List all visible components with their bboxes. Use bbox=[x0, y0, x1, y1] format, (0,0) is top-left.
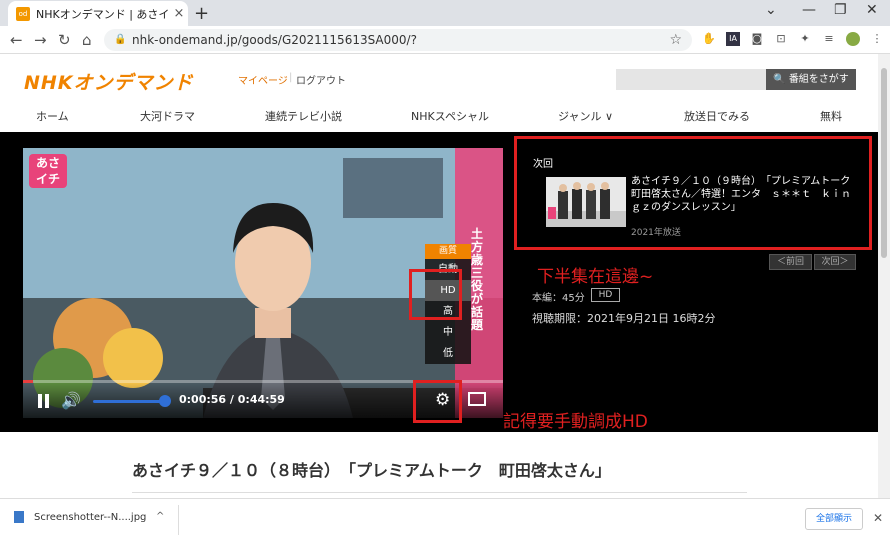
maximize-button[interactable]: ❐ bbox=[834, 2, 847, 18]
nhk-ondemand-logo[interactable]: NHKオンデマンド bbox=[24, 68, 194, 95]
fullscreen-icon[interactable] bbox=[468, 392, 486, 406]
bookmark-star-icon[interactable]: ☆ bbox=[669, 29, 682, 51]
close-window-button[interactable]: ✕ bbox=[866, 2, 878, 18]
site-header: NHKオンデマンド マイページ | ログアウト 🔍 番組をさがす ホーム 大河ド… bbox=[0, 54, 890, 132]
search-button[interactable]: 🔍 番組をさがす bbox=[766, 69, 856, 90]
asaichi-logo-line1: あさ bbox=[35, 156, 60, 170]
extensions-puzzle-icon[interactable]: ✦ bbox=[798, 32, 812, 46]
download-divider bbox=[178, 505, 179, 535]
chrome-menu-icon[interactable]: ⋮ bbox=[870, 32, 884, 46]
extension-capture-icon[interactable]: ⊡ bbox=[774, 32, 788, 46]
show-all-downloads-button[interactable]: 全部顯示 bbox=[805, 508, 863, 530]
episode-title: あさイチ９／１０（８時台） 「プレミアムトーク 町田啓太さん」 bbox=[132, 461, 611, 480]
tab-search-icon[interactable]: ⌄ bbox=[765, 2, 777, 18]
nhk-favicon-icon: od bbox=[16, 6, 30, 21]
browser-tab-bar: od NHKオンデマンド | あさイチ × + ⌄ — ❐ ✕ bbox=[0, 0, 890, 26]
hd-setting-annotation: 記得要手動調成HD bbox=[503, 412, 648, 432]
home-icon[interactable]: ⌂ bbox=[82, 31, 92, 49]
address-bar[interactable]: 🔒 nhk-ondemand.jp/goods/G2021115613SA000… bbox=[104, 29, 692, 51]
download-item[interactable]: Screenshotter--N....jpg bbox=[14, 511, 146, 523]
scrollbar-thumb[interactable] bbox=[881, 68, 887, 258]
forward-icon[interactable]: → bbox=[34, 31, 47, 49]
prev-episode-button[interactable]: ＜前回 bbox=[769, 254, 812, 270]
timecode: 0:00:56 / 0:44:59 bbox=[179, 393, 285, 406]
nav-free[interactable]: 無料 bbox=[820, 108, 842, 124]
volume-slider[interactable] bbox=[93, 395, 171, 407]
header-separator: | bbox=[289, 72, 293, 83]
minimize-button[interactable]: — bbox=[802, 2, 816, 18]
profile-avatar[interactable] bbox=[846, 32, 860, 46]
extension-hand-icon[interactable]: ✋ bbox=[702, 32, 716, 46]
quality-option-low[interactable]: 低 bbox=[425, 343, 471, 364]
download-options-chevron-icon[interactable]: ^ bbox=[156, 511, 164, 522]
site-nav: ホーム 大河ドラマ 連続テレビ小説 NHKスペシャル ジャンル ∨ 放送日でみる… bbox=[0, 106, 890, 128]
download-filename: Screenshotter--N....jpg bbox=[34, 512, 147, 523]
url-text: nhk-ondemand.jp/goods/G2021115613SA000/? bbox=[132, 33, 417, 47]
content-divider bbox=[132, 492, 747, 493]
elapsed-time: 0:00:56 bbox=[179, 393, 227, 406]
quality-menu-header: 画質 bbox=[425, 244, 471, 259]
search-button-label: 番組をさがす bbox=[788, 74, 849, 85]
episode-duration: 本編：45分 bbox=[532, 293, 585, 304]
nav-nhk-special[interactable]: NHKスペシャル bbox=[411, 108, 489, 124]
tab-title: NHKオンデマンド | あさイチ bbox=[36, 7, 170, 21]
reload-icon[interactable]: ↻ bbox=[58, 31, 71, 49]
new-tab-button[interactable]: + bbox=[194, 3, 209, 24]
nav-asadora[interactable]: 連続テレビ小説 bbox=[265, 108, 342, 124]
next-episode-annotation: 下半集在這邊~ bbox=[537, 267, 654, 287]
extension-camera-icon[interactable]: ◙ bbox=[750, 32, 764, 46]
viewing-deadline: 視聴期限：2021年9月21日 16時2分 bbox=[532, 312, 716, 325]
nav-by-date[interactable]: 放送日でみる bbox=[684, 108, 750, 124]
download-shelf: Screenshotter--N....jpg ^ 全部顯示 ✕ bbox=[0, 498, 890, 540]
volume-icon[interactable]: 🔊 bbox=[61, 391, 81, 410]
broadcast-overlay-text: 土方歳三役が話題 bbox=[471, 227, 484, 332]
browser-tab[interactable]: od NHKオンデマンド | あさイチ × bbox=[8, 1, 188, 26]
nav-taiga[interactable]: 大河ドラマ bbox=[140, 108, 195, 124]
hd-option-highlight-box bbox=[409, 269, 462, 320]
nav-genre[interactable]: ジャンル ∨ bbox=[558, 108, 613, 124]
close-download-shelf-icon[interactable]: ✕ bbox=[873, 511, 883, 525]
browser-toolbar: ← → ↻ ⌂ 🔒 nhk-ondemand.jp/goods/G2021115… bbox=[0, 26, 890, 54]
next-episode-highlight-box bbox=[514, 136, 872, 250]
pause-icon[interactable] bbox=[37, 394, 51, 408]
gear-highlight-box bbox=[413, 380, 462, 423]
back-icon[interactable]: ← bbox=[10, 31, 23, 49]
volume-slider-handle[interactable] bbox=[159, 395, 171, 407]
media-control-icon[interactable]: ≡ bbox=[822, 32, 836, 46]
total-duration: 0:44:59 bbox=[237, 393, 285, 406]
nav-home[interactable]: ホーム bbox=[36, 108, 69, 124]
search-input[interactable] bbox=[616, 69, 766, 90]
tab-close-icon[interactable]: × bbox=[170, 6, 188, 21]
next-episode-button[interactable]: 次回＞ bbox=[814, 254, 856, 270]
asaichi-logo-line2: イチ bbox=[35, 172, 60, 186]
hd-badge: HD bbox=[591, 288, 620, 302]
lock-icon[interactable]: 🔒 bbox=[114, 29, 126, 51]
asaichi-logo: あさ イチ bbox=[29, 154, 67, 188]
quality-option-medium[interactable]: 中 bbox=[425, 322, 471, 343]
page-scrollbar[interactable] bbox=[878, 54, 890, 498]
extension-ia-icon[interactable]: IA bbox=[726, 32, 740, 46]
image-file-icon bbox=[14, 511, 24, 523]
logout-link[interactable]: ログアウト bbox=[296, 72, 346, 87]
mypage-link[interactable]: マイページ bbox=[238, 72, 288, 87]
